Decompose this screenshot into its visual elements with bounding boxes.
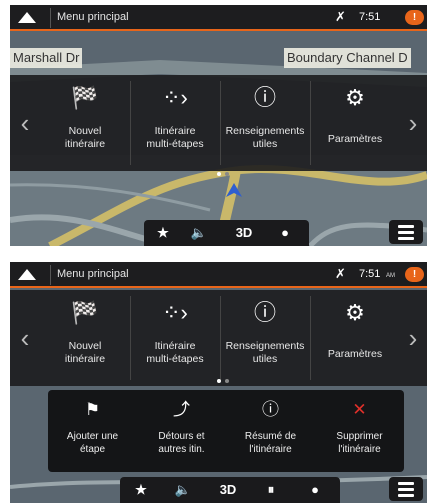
multi-stop-route-button[interactable]: ⁘› Itinéraire multi-étapes	[130, 290, 220, 386]
settings-button[interactable]: ⚙ Paramètres	[310, 290, 400, 386]
page-title: Menu principal	[57, 11, 129, 23]
status-bar: Menu principal ✗ 7:51 !	[10, 5, 427, 31]
quick-bar: ★ 🔈 3D ●	[144, 220, 309, 246]
menu-label: Itinéraire	[154, 125, 196, 137]
menu-label: Nouvel	[68, 125, 102, 137]
menu-label: Paramètres	[327, 133, 383, 145]
new-route-button[interactable]: 🏁 Nouvel itinéraire	[40, 75, 130, 171]
menu-label: itinéraire	[64, 353, 106, 365]
menu-label: utiles	[252, 353, 278, 365]
am-pm-label: AM	[386, 273, 395, 279]
gear-icon: ⚙	[345, 300, 365, 325]
multi-stop-route-button[interactable]: ⁘› Itinéraire multi-étapes	[130, 75, 220, 171]
checkered-flag-icon: 🏁	[71, 85, 99, 110]
menu-label: Paramètres	[327, 348, 383, 360]
user-icon[interactable]: ●	[302, 481, 328, 499]
menu-label: Détours et	[158, 431, 205, 442]
settings-button[interactable]: ⚙ Paramètres	[310, 75, 400, 171]
divider	[50, 8, 51, 28]
menu-label: l'itinéraire	[338, 444, 381, 455]
menu-label: multi-étapes	[146, 138, 204, 150]
menu-icon[interactable]	[389, 477, 423, 501]
menu-label: Renseignements	[225, 125, 305, 137]
delete-route-button[interactable]: ✕ Supprimer l'itinéraire	[315, 390, 404, 472]
page-title: Menu principal	[57, 268, 129, 280]
add-waypoint-icon: ⚑	[84, 400, 101, 419]
clock: 7:51	[359, 11, 381, 23]
menu-label: Ajouter une	[66, 431, 119, 442]
main-menu: ‹ 🏁 Nouvel itinéraire ⁘› Itinéraire multi-…	[10, 75, 427, 171]
view-3d-button[interactable]: 3D	[212, 481, 244, 499]
useful-info-button[interactable]: ⓘ Renseignements utiles	[220, 290, 310, 386]
menu-label: Supprimer	[336, 431, 383, 442]
user-icon[interactable]: ●	[272, 224, 298, 242]
menu-icon[interactable]	[389, 220, 423, 244]
waypoints-icon: ⁘›	[162, 300, 188, 325]
star-icon[interactable]: ★	[150, 224, 176, 242]
pause-icon[interactable]: ⏸	[258, 481, 284, 499]
checkered-flag-icon: 🏁	[71, 300, 99, 325]
gear-icon: ⚙	[345, 85, 365, 110]
new-route-button[interactable]: 🏁 Nouvel itinéraire	[40, 290, 130, 386]
delete-route-icon: ✕	[352, 400, 367, 419]
chevron-right-icon[interactable]: ›	[402, 103, 424, 143]
menu-label: multi-étapes	[146, 353, 204, 365]
volume-icon[interactable]: 🔈	[186, 224, 212, 242]
view-3d-button[interactable]: 3D	[228, 224, 260, 242]
chevron-right-icon[interactable]: ›	[402, 318, 424, 358]
satellite-icon: ✗	[335, 266, 346, 281]
star-icon[interactable]: ★	[128, 481, 154, 499]
detours-button[interactable]: ⤴ Détours et autres itin.	[137, 390, 226, 472]
info-icon: ⓘ	[253, 85, 276, 110]
add-waypoint-button[interactable]: ⚑ Ajouter une étape	[48, 390, 137, 472]
chevron-left-icon[interactable]: ‹	[14, 103, 36, 143]
menu-label: Itinéraire	[154, 340, 196, 352]
divider	[50, 265, 51, 285]
navigation-screen-route-menu: Menu principal ✗ 7:51 AM ! ‹ 🏁 Nouvel iti…	[10, 262, 427, 503]
menu-label: Renseignements	[225, 340, 305, 352]
route-summary-button[interactable]: ⓘ Résumé de l'itinéraire	[226, 390, 315, 472]
menu-label: Résumé de	[244, 431, 297, 442]
quick-bar: ★ 🔈 3D ⏸ ●	[120, 477, 340, 503]
chevron-left-icon[interactable]: ‹	[14, 318, 36, 358]
message-icon[interactable]: !	[405, 267, 424, 282]
volume-icon[interactable]: 🔈	[170, 481, 196, 499]
menu-label: étape	[79, 444, 106, 455]
useful-info-button[interactable]: ⓘ Renseignements utiles	[220, 75, 310, 171]
main-menu: ‹ 🏁 Nouvel itinéraire ⁘› Itinéraire multi-…	[10, 290, 427, 386]
detour-icon: ⤴	[173, 400, 190, 419]
waypoints-icon: ⁘›	[162, 85, 188, 110]
route-summary-icon: ⓘ	[262, 400, 279, 419]
home-icon[interactable]	[18, 269, 36, 280]
menu-label: autres itin.	[158, 444, 205, 455]
satellite-icon: ✗	[335, 9, 346, 24]
street-label: Boundary Channel D	[284, 48, 411, 68]
route-menu-panel: ⚑ Ajouter une étape ⤴ Détours et autres it…	[48, 390, 404, 472]
status-bar: Menu principal ✗ 7:51 AM !	[10, 262, 427, 288]
info-icon: ⓘ	[253, 300, 276, 325]
menu-label: l'itinéraire	[249, 444, 292, 455]
message-icon[interactable]: !	[405, 10, 424, 25]
menu-label: Nouvel	[68, 340, 102, 352]
home-icon[interactable]	[18, 12, 36, 23]
menu-label: utiles	[252, 138, 278, 150]
navigation-screen-main-menu: Menu principal ✗ 7:51 ! Marshall Dr Boun…	[10, 5, 427, 246]
clock: 7:51	[359, 268, 381, 280]
street-label: Marshall Dr	[10, 48, 83, 68]
menu-label: itinéraire	[64, 138, 106, 150]
